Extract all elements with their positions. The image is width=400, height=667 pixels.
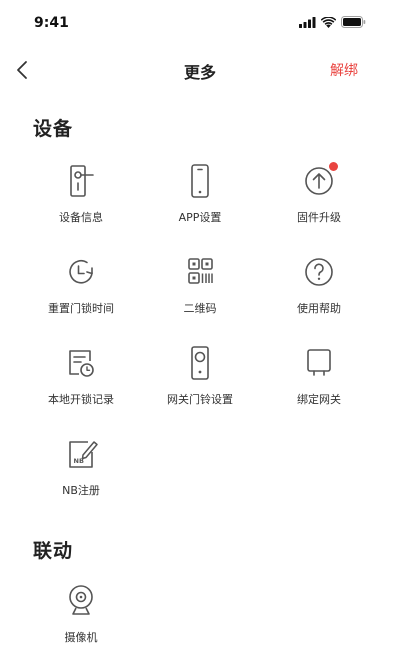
- bind-gateway-icon: [301, 345, 337, 381]
- qr-code-icon: [182, 254, 218, 290]
- section-title-linkage: 联动: [33, 540, 74, 562]
- reset-lock-time-item[interactable]: 重置门锁时间: [16, 254, 146, 324]
- firmware-upgrade-item[interactable]: 固件升级: [254, 162, 384, 233]
- svg-text:NB: NB: [74, 457, 84, 465]
- signal-icon: [299, 16, 316, 28]
- qr-code-item[interactable]: 二维码: [135, 254, 265, 324]
- device-info-icon: [63, 163, 99, 199]
- camera-item[interactable]: 摄像机: [16, 583, 146, 653]
- app-settings-item[interactable]: APP设置: [135, 163, 265, 233]
- unlock-record-icon: [63, 345, 99, 381]
- nav-bar: 更多 解绑: [0, 48, 400, 92]
- bind-gateway-label: 绑定网关: [297, 393, 341, 406]
- wifi-icon: [321, 16, 336, 28]
- battery-icon: [341, 16, 366, 28]
- help-icon: [301, 254, 337, 290]
- app-settings-icon: [182, 163, 218, 199]
- app-settings-label: APP设置: [178, 211, 222, 224]
- unlock-record-item[interactable]: 本地开锁记录: [16, 345, 146, 415]
- reset-lock-time-label: 重置门锁时间: [48, 302, 114, 315]
- firmware-upgrade-label: 固件升级: [297, 211, 341, 224]
- section-title-device: 设备: [33, 118, 74, 140]
- gateway-doorbell-label: 网关门铃设置: [167, 393, 233, 406]
- help-item[interactable]: 使用帮助: [254, 254, 384, 324]
- gateway-doorbell-icon: [182, 345, 218, 381]
- status-icons: [299, 16, 366, 28]
- unlock-record-label: 本地开锁记录: [48, 393, 114, 406]
- device-info-label: 设备信息: [59, 211, 103, 224]
- status-bar: 9:41: [0, 0, 400, 44]
- firmware-upgrade-icon: [301, 162, 338, 199]
- nb-register-icon: NB: [63, 436, 99, 472]
- reset-lock-time-icon: [63, 254, 99, 290]
- bind-gateway-item[interactable]: 绑定网关: [254, 345, 384, 415]
- update-badge: [329, 162, 338, 171]
- nb-register-item[interactable]: NB NB注册: [16, 436, 146, 506]
- nb-register-label: NB注册: [62, 484, 100, 497]
- camera-label: 摄像机: [64, 631, 98, 644]
- help-label: 使用帮助: [297, 302, 341, 315]
- camera-icon: [63, 583, 99, 619]
- gateway-doorbell-item[interactable]: 网关门铃设置: [135, 345, 265, 415]
- status-time: 9:41: [34, 15, 69, 31]
- device-info-item[interactable]: 设备信息: [16, 163, 146, 233]
- unbind-button[interactable]: 解绑: [330, 60, 358, 80]
- qr-code-label: 二维码: [183, 302, 217, 315]
